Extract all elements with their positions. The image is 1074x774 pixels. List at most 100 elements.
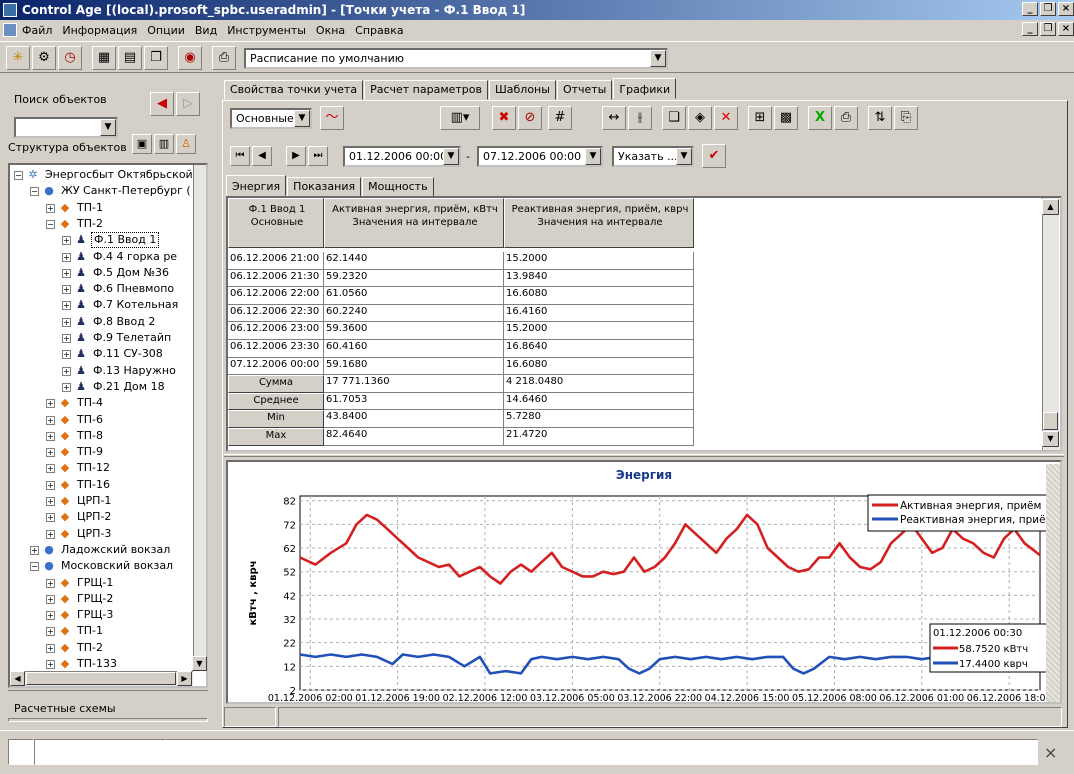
collapse-icon[interactable]: − [30,187,39,197]
last-page-icon[interactable]: ⏭ [308,146,328,166]
expand-icon[interactable]: + [62,301,71,311]
next-page-icon[interactable]: ▶ [286,146,306,166]
object-tree[interactable]: − ✲ Энергосбыт Октябрьской ▲ − ● ЖУ Санкт-Пет… [8,163,208,688]
expand-icon[interactable]: + [46,415,55,425]
sun-icon[interactable]: ✳ [6,46,30,70]
grid-scroll-down[interactable]: ▼ [1042,431,1059,447]
column-header[interactable]: Ф.1 Ввод 1 Основные [228,198,324,248]
collapse-icon[interactable]: − [14,171,23,180]
expand-icon[interactable]: + [30,545,39,555]
cancel-x-icon[interactable]: ✖ [492,106,516,130]
sort-icon[interactable]: ⇅ [868,106,892,130]
menu-item-0[interactable]: Файл [22,24,52,37]
collapse-icon[interactable]: − [46,219,55,229]
expand-icon[interactable]: + [46,594,55,604]
chevron-down-icon[interactable]: ▼ [294,110,310,127]
menu-item-5[interactable]: Окна [316,24,345,37]
calculator-icon[interactable]: ▦ [92,46,116,70]
sub-tab-2[interactable]: Мощность [362,177,434,197]
eraser-icon[interactable]: ◈ [688,106,712,130]
chart-props-icon[interactable]: ⊞ [748,106,772,130]
tree-scroll-down[interactable]: ▼ [192,656,207,671]
search-input[interactable]: ▼ [14,117,118,138]
line-style-icon[interactable]: 〜 [320,106,344,130]
expand-icon[interactable]: + [46,643,55,653]
prev-page-icon[interactable]: ◀ [252,146,272,166]
energy-chart[interactable]: Энергия2122232425262728201.12.2006 02:00… [228,462,1060,702]
split-icon[interactable]: ⫲ [628,106,652,130]
expand-icon[interactable]: + [46,448,55,458]
tree-vertical-scrollbar[interactable] [193,165,206,671]
main-tab-3[interactable]: Отчеты [556,80,613,100]
expand-icon[interactable]: + [46,431,55,441]
expand-icon[interactable]: + [62,285,71,295]
tree-refresh-icon[interactable]: ▣ [132,134,152,154]
main-tab-2[interactable]: Шаблоны [489,80,556,100]
specify-select[interactable]: Указать ... ▼ [612,146,694,167]
copy-icon[interactable]: ❏ [662,106,686,130]
chevron-down-icon[interactable]: ▼ [650,50,666,67]
expand-icon[interactable]: + [62,317,71,327]
grid-icon[interactable]: # [548,106,572,130]
stop-icon[interactable]: ⊘ [518,106,542,130]
main-tab-0[interactable]: Свойства точки учета [224,80,364,100]
schemes-label[interactable]: Расчетные схемы [14,702,116,715]
date-from-input[interactable]: 01.12.2006 00:00 ▼ [343,146,461,167]
expand-icon[interactable]: + [46,464,55,474]
mdi-maximize-button[interactable]: ❐ [1040,22,1056,36]
expand-icon[interactable]: + [46,529,55,539]
sub-tab-0[interactable]: Энергия [226,175,287,196]
tree-user-icon[interactable]: ♙ [176,134,196,154]
chevron-down-icon[interactable]: ▼ [100,119,116,136]
main-tab-4[interactable]: Графики [613,78,677,99]
chevron-down-icon[interactable]: ▼ [443,148,459,165]
arrow-left-icon[interactable]: ◀ [150,92,174,116]
column-header[interactable]: Активная энергия, приём, кВтч Значения н… [324,198,504,248]
column-header[interactable]: Реактивная энергия, приём, кврч Значения… [504,198,694,248]
expand-icon[interactable]: + [62,382,71,392]
maximize-button[interactable]: ❐ [1040,2,1056,16]
print-icon[interactable]: ⎙ [212,46,236,70]
clock-icon[interactable]: ◷ [58,46,82,70]
sub-tab-1[interactable]: Показания [287,177,362,197]
expand-icon[interactable]: + [62,252,71,262]
expand-icon[interactable]: + [46,627,55,637]
expand-icon[interactable]: + [46,480,55,490]
expand-icon[interactable]: + [46,513,55,523]
expand-icon[interactable]: + [46,399,55,409]
status-close-icon[interactable]: × [1044,743,1057,762]
schedule-select[interactable]: Расписание по умолчанию ▼ [244,48,668,69]
menu-item-2[interactable]: Опции [147,24,185,37]
connection-icon[interactable]: ◉ [178,46,202,70]
grid-scroll-thumb[interactable] [1043,412,1058,430]
documents-icon[interactable]: ❐ [144,46,168,70]
apply-check-icon[interactable]: ✔ [702,144,726,168]
chevron-down-icon[interactable]: ▼ [676,148,692,165]
tree-scroll-left[interactable]: ◀ [10,671,25,686]
fit-width-icon[interactable]: ↔ [602,106,626,130]
expand-icon[interactable]: + [46,497,55,506]
menu-item-6[interactable]: Справка [355,24,403,37]
expand-icon[interactable]: + [62,366,71,376]
excel-icon[interactable]: X [808,106,832,130]
mdi-minimize-button[interactable]: _ [1022,22,1038,36]
database-icon[interactable]: ▤ [118,46,142,70]
schemes-splitter[interactable] [8,718,208,722]
tree-folder-icon[interactable]: ▥ [154,134,174,154]
menu-item-3[interactable]: Вид [195,24,217,37]
settings-icon[interactable]: ⚙ [32,46,56,70]
export-icon[interactable]: ⎘ [894,106,918,130]
main-tab-1[interactable]: Расчет параметров [364,80,488,100]
minimize-button[interactable]: _ [1022,2,1038,16]
expand-icon[interactable]: + [46,578,55,588]
arrow-right-icon[interactable]: ▷ [176,92,200,116]
chart-type-icon[interactable]: ▥▾ [440,106,480,130]
palette-icon[interactable]: ▩ [774,106,798,130]
first-page-icon[interactable]: ⏮ [230,146,250,166]
expand-icon[interactable]: + [62,350,71,360]
grid-scroll-up[interactable]: ▲ [1042,199,1059,215]
panel-splitter[interactable] [224,454,1064,457]
date-to-input[interactable]: 07.12.2006 00:00 ▼ [477,146,603,167]
chevron-down-icon[interactable]: ▼ [585,148,601,165]
mdi-close-button[interactable]: × [1058,22,1074,36]
